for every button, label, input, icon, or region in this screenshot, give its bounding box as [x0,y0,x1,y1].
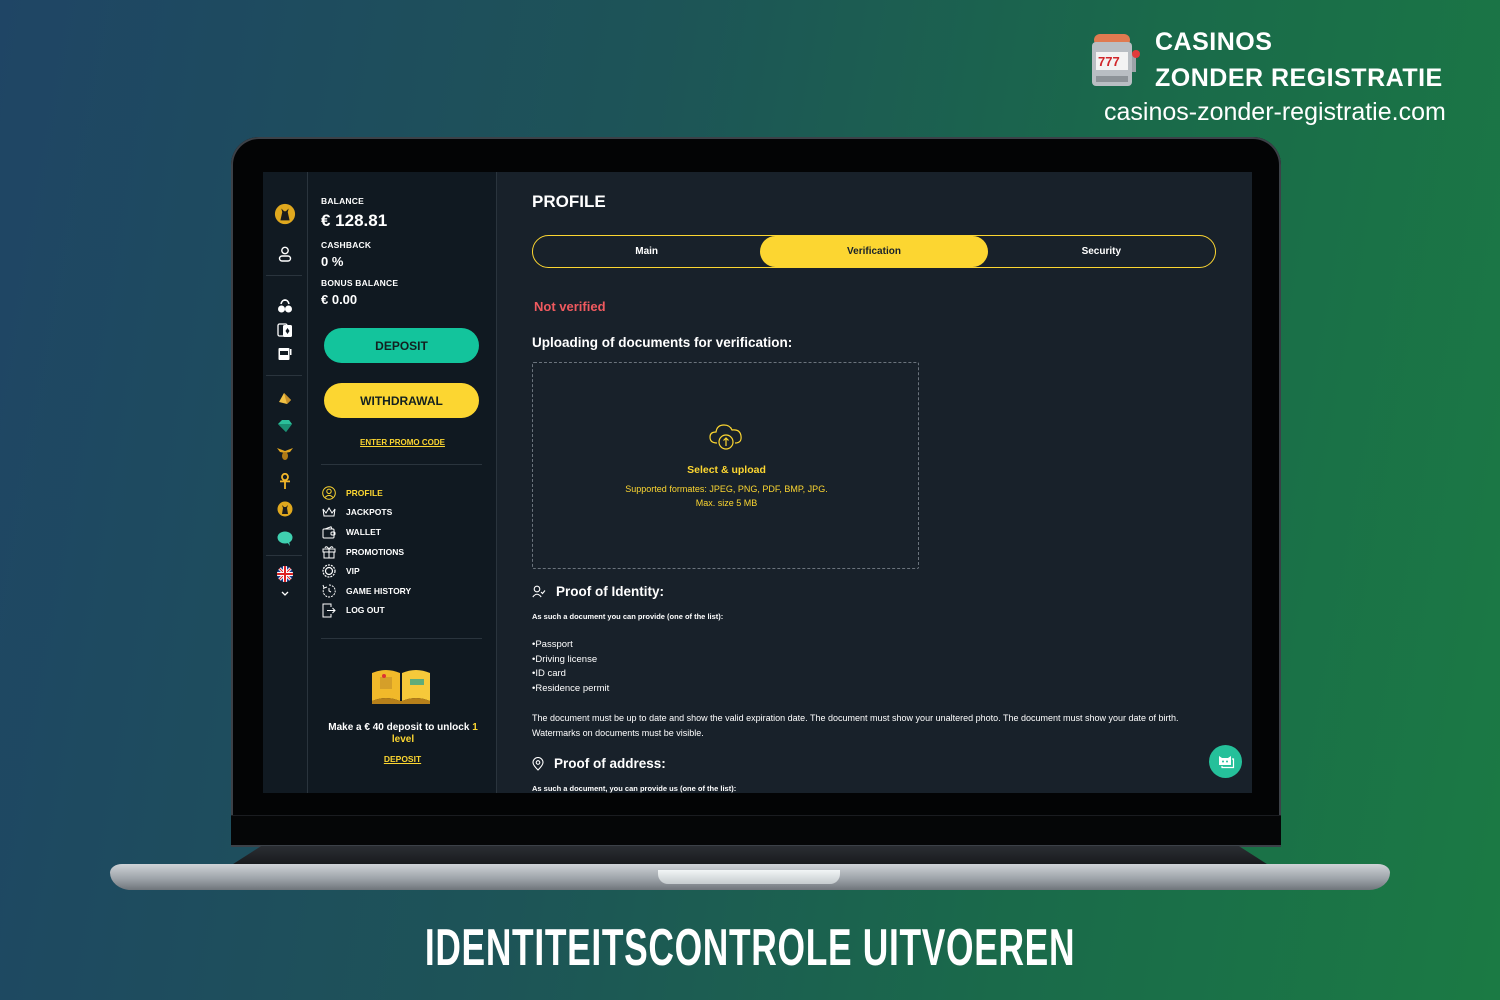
list-item: Passport [532,638,609,653]
history-clock-icon [321,583,337,599]
withdrawal-button[interactable]: WITHDRAWAL [324,383,479,418]
support-chat-button[interactable] [1209,745,1242,778]
menu-item-profile[interactable]: PROFILE [321,484,383,502]
tab-main[interactable]: Main [533,236,760,267]
bonus-balance-value: € 0.00 [321,292,358,307]
cat-coin-icon[interactable] [274,498,296,520]
gift-icon [321,544,337,560]
menu-item-label: GAME HISTORY [346,586,412,596]
brand-name-line2: ZONDER REGISTRATIE [1155,64,1443,92]
list-item: ID card [532,667,609,682]
pyramid-icon[interactable] [274,387,296,409]
sidebar-divider [321,464,482,465]
proof-of-address-heading: Proof of address: [532,756,666,771]
logout-icon [321,602,337,618]
cat-avatar-icon[interactable] [274,203,296,225]
svg-text:777: 777 [1098,54,1120,69]
enter-promo-code-link[interactable]: ENTER PROMO CODE [308,438,497,447]
vip-level-number: 1 [472,722,478,733]
profile-tabs: Main Verification Security [532,235,1216,268]
image-caption: IDENTITEITSCONTROLE UITVOEREN [424,919,1076,977]
winged-scarab-icon[interactable] [274,442,296,464]
game-category-rail [263,172,308,793]
brand-url: casinos-zonder-registratie.com [1104,98,1446,126]
chat-cat-icon [1218,755,1234,768]
menu-item-label: LOG OUT [346,605,385,615]
cherries-icon[interactable] [274,295,296,317]
laptop-base [110,846,1390,894]
balance-label: BALANCE [321,196,364,206]
address-intro: As such a document, you can provide us (… [532,784,737,793]
ankh-icon[interactable] [274,470,296,492]
chevron-down-icon[interactable] [274,582,296,604]
vip-deposit-link[interactable]: DEPOSIT [308,754,497,764]
gem-icon[interactable] [274,415,296,437]
identity-requirements: The document must be up to date and show… [532,713,1179,738]
identity-document-list: Passport Driving license ID card Residen… [532,638,609,696]
profile-icon [321,485,337,501]
brand-name-line1: CASINOS [1155,28,1273,56]
dropzone-formats: Supported formates: JPEG, PNG, PDF, BMP,… [625,484,828,508]
menu-item-wallet[interactable]: WALLET [321,523,381,541]
verification-status: Not verified [534,299,606,314]
identity-intro: As such a document you can provide (one … [532,612,724,621]
section-title: Proof of address: [554,756,666,771]
menu-item-game-history[interactable]: GAME HISTORY [321,582,411,600]
slot-machine-icon[interactable] [274,343,296,365]
site-branding: 777 CASINOS ZONDER REGISTRATIE casinos-z… [1088,28,1478,128]
vip-level-word: level [391,734,415,745]
cashback-value: 0 % [321,254,344,269]
user-check-icon [532,585,546,598]
slot-machine-777-icon: 777 [1092,34,1140,86]
menu-item-label: WALLET [346,527,381,537]
vip-book-icon [372,670,430,704]
document-dropzone[interactable]: Select & upload Supported formates: JPEG… [532,362,919,569]
page-title: PROFILE [532,192,606,211]
menu-item-label: PROFILE [346,488,383,498]
cards-icon[interactable] [274,319,296,341]
vip-unlock-message: Make a € 40 deposit to unlock 1 level [318,722,488,746]
menu-item-label: VIP [346,566,360,576]
vip-unlock-text: Make a € 40 deposit to unlock [328,722,473,733]
rail-divider [266,375,302,376]
deposit-button[interactable]: DEPOSIT [324,328,479,363]
rail-divider [266,555,302,556]
chat-bubble-icon[interactable] [274,527,296,549]
upload-section-title: Uploading of documents for verification: [532,335,793,350]
profile-panel: PROFILE Main Verification Security Not v… [532,172,1252,793]
wallet-icon [321,524,337,540]
cloud-upload-icon [709,424,742,450]
section-title: Proof of Identity: [556,584,664,599]
menu-item-jackpots[interactable]: JACKPOTS [321,503,392,521]
location-pin-icon [532,756,544,771]
proof-of-identity-heading: Proof of Identity: [532,584,664,599]
vip-badge-icon [321,563,337,579]
laptop-keyboard-edge [230,846,1270,866]
crown-icon [321,504,337,520]
menu-item-promotions[interactable]: PROMOTIONS [321,543,404,561]
account-sidebar: BALANCE € 128.81 CASHBACK 0 % BONUS BALA… [308,172,497,793]
list-item: Driving license [532,653,609,668]
bonus-balance-label: BONUS BALANCE [321,278,399,288]
menu-item-label: JACKPOTS [346,507,393,517]
menu-item-log-out[interactable]: LOG OUT [321,601,385,619]
balance-value: € 128.81 [321,211,388,230]
sidebar-divider [321,638,482,639]
laptop-screen: BALANCE € 128.81 CASHBACK 0 % BONUS BALA… [263,172,1252,793]
dropzone-title: Select & upload [687,464,766,476]
rail-divider [266,275,302,276]
list-item: Residence permit [532,682,609,697]
user-icon[interactable] [274,243,296,265]
tab-security[interactable]: Security [988,236,1215,267]
laptop-bezel-bottom [231,815,1281,845]
cashback-label: CASHBACK [321,240,372,250]
menu-item-vip[interactable]: VIP [321,562,360,580]
menu-item-label: PROMOTIONS [346,547,405,557]
laptop-notch [658,870,840,884]
tab-verification[interactable]: Verification [760,236,988,267]
